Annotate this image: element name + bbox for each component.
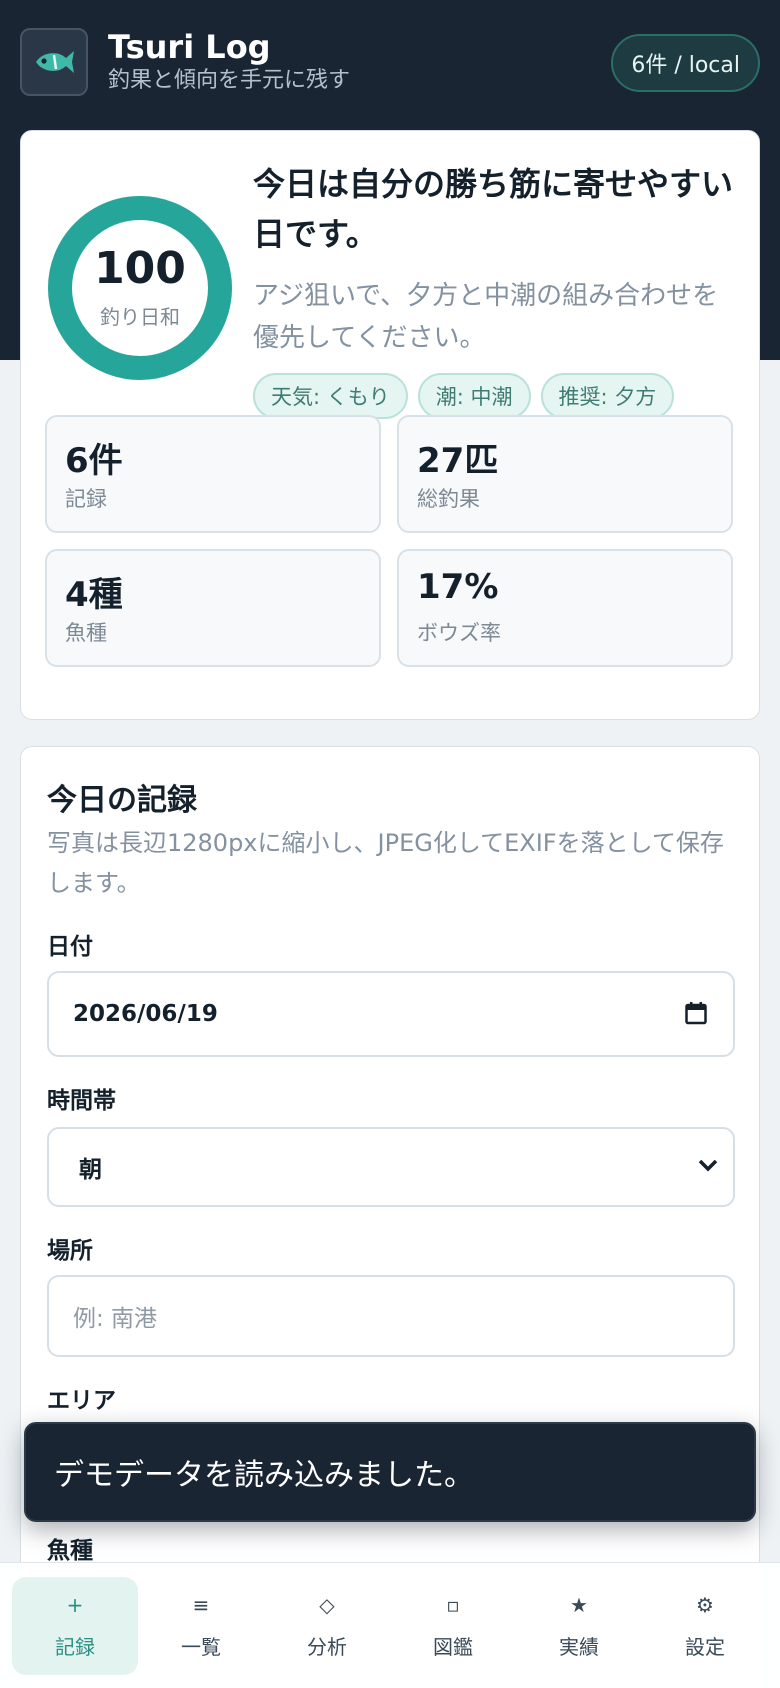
place-input[interactable]: 例: 南港 [47,1275,735,1357]
record-count-badge[interactable]: 6件 / local [611,34,760,92]
gear-icon: ⚙ [696,1592,714,1617]
score-headline: 今日は自分の勝ち筋に寄せやすい日です。 [253,165,734,253]
record-form-card: 今日の記録 写真は長辺1280pxに縮小し、JPEG化してEXIFを落として保存… [20,746,760,1688]
form-description: 写真は長辺1280pxに縮小し、JPEG化してEXIFを落として保存します。 [47,829,724,897]
stat-total-catch: 27匹 総釣果 [397,415,733,533]
nav-label: 分析 [307,1634,347,1659]
stat-value: 4種 [65,575,123,615]
nav-settings[interactable]: ⚙ 設定 [642,1577,768,1675]
list-icon: ≡ [192,1592,210,1617]
nav-list[interactable]: ≡ 一覧 [138,1577,264,1675]
nav-label: 記録 [55,1634,95,1659]
weather-chip: 天気: くもり [253,373,408,419]
condition-chips: 天気: くもり 潮: 中潮 推奨: 夕方 [253,373,675,419]
stat-value: 17% [417,567,499,607]
stat-skunk-rate: 17% ボウズ率 [397,549,733,667]
place-label: 場所 [47,1238,93,1264]
star-icon: ★ [570,1592,588,1617]
timeslot-value: 朝 [79,1157,102,1183]
area-label: エリア [47,1388,116,1414]
tide-chip: 潮: 中潮 [417,373,531,419]
date-value: 2026/06/19 [73,1001,218,1027]
date-field[interactable]: 2026/06/19 [47,971,735,1057]
timeslot-select[interactable]: 朝 [47,1127,735,1207]
nav-label: 設定 [685,1634,725,1659]
stat-value: 6件 [65,441,123,481]
place-placeholder: 例: 南港 [73,1306,158,1332]
form-title: 今日の記録 [47,783,197,818]
score-label: 釣り日和 [100,305,180,329]
app-title: Tsuri Log [108,28,271,66]
species-label: 魚種 [47,1538,93,1564]
stat-value: 27匹 [417,441,499,481]
app-header: Tsuri Log 釣果と傾向を手元に残す 6件 / local [20,28,760,96]
fish-logo-icon [20,28,88,96]
recommend-chip: 推奨: 夕方 [540,373,675,419]
stat-label: 記録 [65,487,107,511]
stat-label: 魚種 [65,621,107,645]
stat-records: 6件 記録 [45,415,381,533]
score-advice: アジ狙いで、夕方と中潮の組み合わせを優先してください。 [253,281,719,353]
nav-label: 図鑑 [433,1634,473,1659]
stat-label: ボウズ率 [417,621,501,645]
nav-label: 一覧 [181,1634,221,1659]
diamond-icon: ◇ [319,1592,335,1617]
nav-encyclopedia[interactable]: ▫ 図鑑 [390,1577,516,1675]
plus-icon: + [66,1592,84,1617]
stat-label: 総釣果 [417,487,480,511]
toast-notification: デモデータを読み込みました。 [24,1422,756,1522]
today-score-card: 100 釣り日和 今日は自分の勝ち筋に寄せやすい日です。 アジ狙いで、夕方と中潮… [20,130,760,720]
date-label: 日付 [47,934,93,960]
nav-record[interactable]: + 記録 [12,1577,138,1675]
timeslot-label: 時間帯 [47,1088,116,1114]
stat-species: 4種 魚種 [45,549,381,667]
nav-achievements[interactable]: ★ 実績 [516,1577,642,1675]
score-value: 100 [94,243,186,294]
square-icon: ▫ [446,1592,460,1617]
bottom-navigation: + 記録 ≡ 一覧 ◇ 分析 ▫ 図鑑 ★ 実績 ⚙ 設定 [0,1562,780,1688]
calendar-icon[interactable] [685,1001,707,1025]
chevron-down-icon [698,1159,718,1172]
app-subtitle: 釣果と傾向を手元に残す [108,68,351,93]
nav-analysis[interactable]: ◇ 分析 [264,1577,390,1675]
nav-label: 実績 [559,1634,599,1659]
